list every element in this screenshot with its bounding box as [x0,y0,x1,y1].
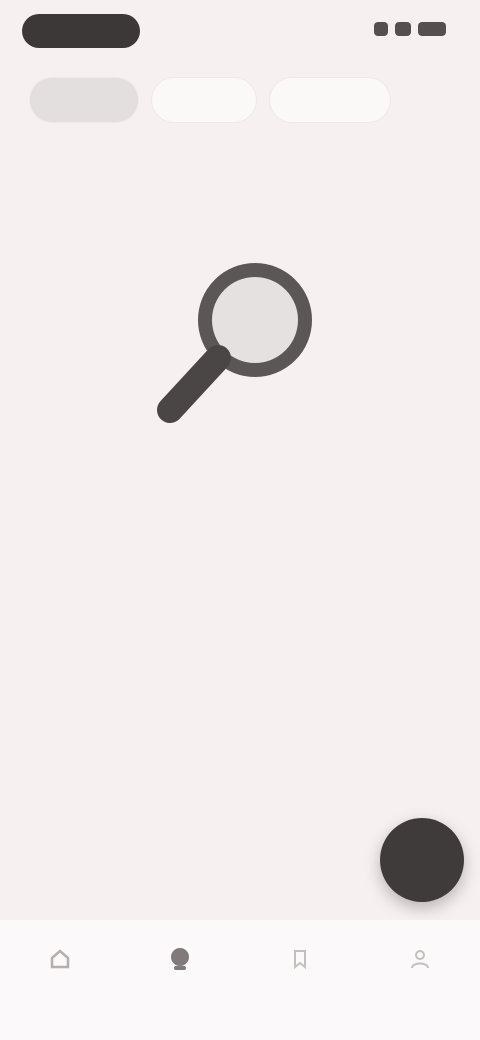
filter-chip-1[interactable] [30,78,138,122]
bottom-nav [0,920,480,1040]
battery-icon [418,22,446,36]
add-button[interactable] [380,818,464,902]
search-icon [163,942,197,976]
empty-state-description [20,524,460,564]
home-icon [43,942,77,976]
app-screen [0,0,480,1040]
empty-state-title [0,488,480,510]
status-icons [374,22,446,36]
nav-item-search[interactable] [120,920,240,1040]
search-icon [140,250,340,450]
add-icon [412,850,432,870]
signal-icon [374,22,388,36]
status-bar [0,0,480,64]
profile-icon [403,942,437,976]
filter-chip-row [30,78,390,122]
filter-chip-2[interactable] [152,78,256,122]
empty-state [0,250,480,564]
nav-item-profile[interactable] [360,920,480,1040]
bookmark-icon [283,942,317,976]
status-time-pill [22,14,140,48]
nav-item-home[interactable] [0,920,120,1040]
wifi-icon [395,22,411,36]
filter-chip-3[interactable] [270,78,390,122]
nav-item-bookmarks[interactable] [240,920,360,1040]
